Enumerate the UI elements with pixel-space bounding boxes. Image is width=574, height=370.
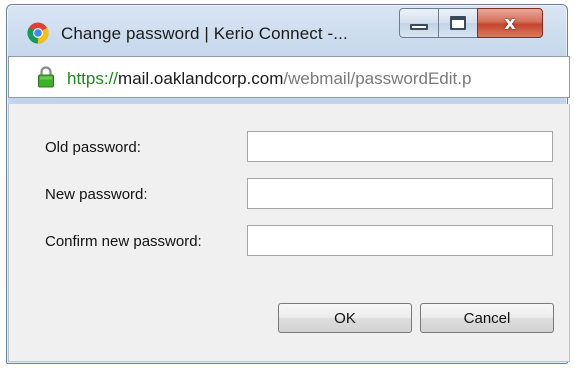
address-bar[interactable]: https://mail.oaklandcorp.com/webmail/pas… [8, 56, 570, 98]
title-bar[interactable]: Change password | Kerio Connect -... x [7, 5, 567, 57]
cancel-button[interactable]: Cancel [420, 303, 554, 333]
new-password-field[interactable] [247, 178, 553, 209]
dialog-content: Old password: New password: Confirm new … [8, 104, 570, 362]
old-password-label: Old password: [45, 139, 141, 156]
url-path: /webmail/passwordEdit.p [283, 69, 472, 88]
confirm-password-label: Confirm new password: [45, 233, 202, 250]
url-scheme: https:// [67, 69, 119, 88]
chrome-icon [27, 22, 49, 44]
close-button[interactable]: x [477, 8, 543, 38]
url-host: mail.oaklandcorp.com [118, 69, 284, 88]
maximize-button[interactable] [438, 8, 478, 38]
minimize-button[interactable] [399, 8, 439, 38]
close-icon: x [504, 12, 516, 34]
window-title: Change password | Kerio Connect -... [61, 24, 348, 43]
maximize-icon [450, 16, 466, 30]
minimize-icon [410, 24, 428, 30]
old-password-field[interactable] [247, 131, 553, 162]
url-text: https://mail.oaklandcorp.com/webmail/pas… [67, 69, 471, 89]
ok-button[interactable]: OK [278, 303, 412, 333]
confirm-password-field[interactable] [247, 225, 553, 256]
lock-icon [38, 66, 54, 88]
new-password-label: New password: [45, 186, 148, 203]
